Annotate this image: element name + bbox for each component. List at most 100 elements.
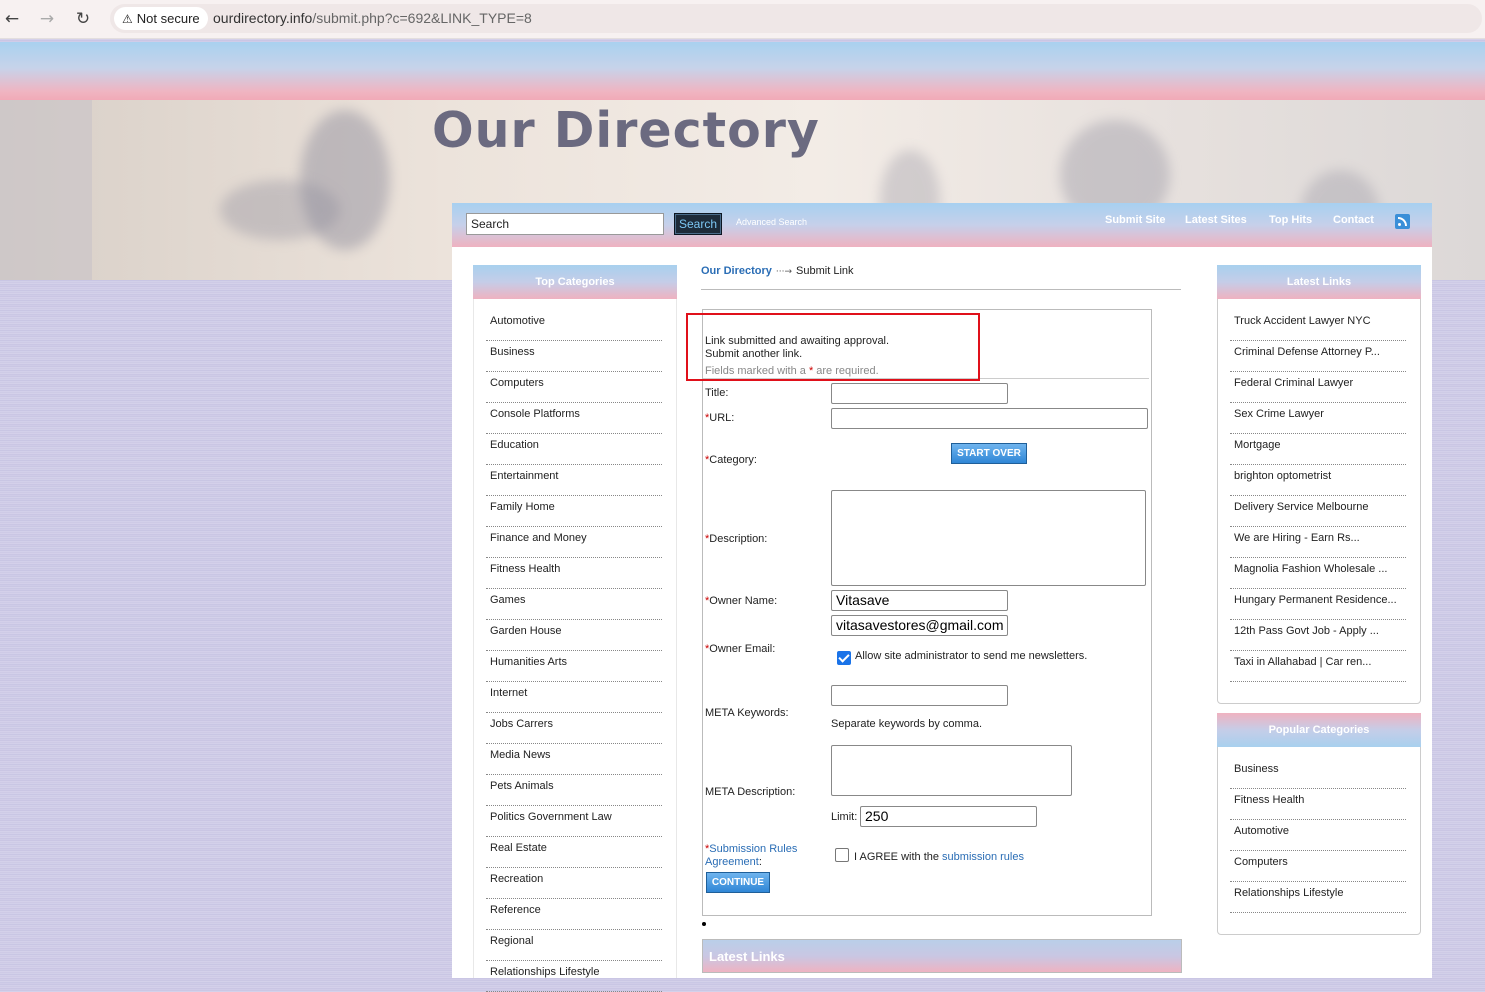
- top-category-item[interactable]: Console Platforms: [486, 403, 662, 434]
- limit-label: Limit:: [831, 811, 858, 823]
- latest-link-item[interactable]: Taxi in Allahabad | Car ren...: [1230, 651, 1406, 682]
- popular-category-item[interactable]: Relationships Lifestyle: [1230, 882, 1406, 913]
- top-category-item[interactable]: Entertainment: [486, 465, 662, 496]
- popular-category-item[interactable]: Automotive: [1230, 820, 1406, 851]
- owner-email-input[interactable]: vitasavestores@gmail.com: [831, 615, 1008, 636]
- top-category-item[interactable]: Politics Government Law: [486, 806, 662, 837]
- meta-description-label: META Description:: [705, 786, 796, 798]
- warning-triangle-icon: ⚠: [122, 12, 133, 26]
- top-category-item[interactable]: Garden House: [486, 620, 662, 651]
- banner-edge: [0, 100, 92, 280]
- owner-email-label: *Owner Email:: [705, 643, 775, 655]
- browser-toolbar: ← → ↻ ⚠ Not secure ourdirectory.info/subm…: [0, 0, 1485, 39]
- reload-icon[interactable]: ↻: [72, 8, 94, 30]
- title-input[interactable]: [831, 383, 1008, 404]
- advanced-search-link[interactable]: Advanced Search: [736, 217, 807, 227]
- rss-icon[interactable]: [1395, 214, 1410, 229]
- top-category-item[interactable]: Fitness Health: [486, 558, 662, 589]
- nav-contact[interactable]: Contact: [1333, 214, 1374, 226]
- url-text[interactable]: ourdirectory.info/submit.php?c=692&LINK_…: [213, 10, 532, 26]
- url-input[interactable]: [831, 408, 1148, 429]
- latest-link-item[interactable]: 12th Pass Govt Job - Apply ...: [1230, 620, 1406, 651]
- title-label: Title:: [705, 387, 729, 399]
- description-textarea[interactable]: [831, 490, 1146, 586]
- nav-latest-sites[interactable]: Latest Sites: [1185, 214, 1247, 226]
- latest-link-item[interactable]: Sex Crime Lawyer: [1230, 403, 1406, 434]
- security-label: Not secure: [136, 11, 200, 26]
- top-category-item[interactable]: Games: [486, 589, 662, 620]
- meta-keywords-input[interactable]: [831, 685, 1008, 706]
- owner-name-label-text: Owner Name:: [709, 595, 778, 607]
- submission-rules-link[interactable]: submission rules: [942, 851, 1024, 863]
- breadcrumb-home[interactable]: Our Directory: [701, 265, 772, 277]
- address-bar[interactable]: ⚠ Not secure ourdirectory.info/submit.php…: [110, 4, 1482, 33]
- search-input[interactable]: Search: [466, 213, 664, 235]
- agree-label: I AGREE with the submission rules: [854, 851, 1024, 863]
- top-category-item[interactable]: Recreation: [486, 868, 662, 899]
- highlight-annotation: [686, 313, 980, 381]
- url-domain: ourdirectory.info: [213, 10, 313, 26]
- description-label-text: Description:: [709, 533, 768, 545]
- popular-category-item[interactable]: Fitness Health: [1230, 789, 1406, 820]
- meta-keywords-label: META Keywords:: [705, 707, 789, 719]
- top-category-item[interactable]: Education: [486, 434, 662, 465]
- latest-link-item[interactable]: Hungary Permanent Residence...: [1230, 589, 1406, 620]
- top-category-item[interactable]: Humanities Arts: [486, 651, 662, 682]
- url-label: *URL:: [705, 412, 734, 424]
- meta-keywords-hint: Separate keywords by comma.: [831, 718, 983, 730]
- latest-link-item[interactable]: Mortgage: [1230, 434, 1406, 465]
- top-category-item[interactable]: Real Estate: [486, 837, 662, 868]
- rules-colon: :: [758, 856, 762, 868]
- search-button[interactable]: Search: [674, 213, 722, 235]
- site-logo[interactable]: Our Directory: [432, 102, 820, 159]
- owner-email-label-text: Owner Email:: [709, 643, 776, 655]
- latest-link-item[interactable]: brighton optometrist: [1230, 465, 1406, 496]
- top-category-item[interactable]: Media News: [486, 744, 662, 775]
- top-category-item[interactable]: Relationships Lifestyle: [486, 961, 662, 992]
- rules-link-line1[interactable]: Submission Rules: [709, 843, 797, 855]
- rules-label: *Submission Rules Agreement:: [705, 843, 797, 869]
- latest-link-item[interactable]: Criminal Defense Attorney P...: [1230, 341, 1406, 372]
- latest-link-item[interactable]: Delivery Service Melbourne: [1230, 496, 1406, 527]
- nav-submit-site[interactable]: Submit Site: [1105, 214, 1166, 226]
- top-category-item[interactable]: Pets Animals: [486, 775, 662, 806]
- popular-category-item[interactable]: Computers: [1230, 851, 1406, 882]
- forward-arrow-icon[interactable]: →: [36, 8, 58, 30]
- top-category-item[interactable]: Automotive: [486, 310, 662, 341]
- security-indicator[interactable]: ⚠ Not secure: [114, 7, 208, 30]
- latest-link-item[interactable]: Federal Criminal Lawyer: [1230, 372, 1406, 403]
- list-bullet: [702, 922, 706, 926]
- latest-link-item[interactable]: Truck Accident Lawyer NYC: [1230, 310, 1406, 341]
- rules-link-line2[interactable]: Agreement: [705, 856, 759, 868]
- owner-name-input[interactable]: Vitasave: [831, 590, 1008, 611]
- back-arrow-icon[interactable]: ←: [1, 8, 23, 30]
- top-category-item[interactable]: Regional: [486, 930, 662, 961]
- latest-link-item[interactable]: We are Hiring - Earn Rs...: [1230, 527, 1406, 558]
- top-category-item[interactable]: Jobs Carrers: [486, 713, 662, 744]
- owner-name-label: *Owner Name:: [705, 595, 777, 607]
- start-over-button[interactable]: START OVER: [951, 443, 1027, 464]
- latest-link-item[interactable]: Magnolia Fashion Wholesale ...: [1230, 558, 1406, 589]
- url-path: /submit.php?c=692&LINK_TYPE=8: [312, 10, 532, 26]
- breadcrumb: Our Directory ···→ Submit Link: [701, 265, 854, 277]
- continue-button[interactable]: CONTINUE: [706, 872, 770, 893]
- latest-links-title: Latest Links: [1217, 265, 1421, 299]
- popular-categories-title: Popular Categories: [1217, 713, 1421, 747]
- newsletter-checkbox[interactable]: [837, 651, 851, 665]
- popular-category-item[interactable]: Business: [1230, 758, 1406, 789]
- navbar: Search Search Advanced Search Submit Sit…: [452, 203, 1432, 247]
- meta-description-textarea[interactable]: [831, 745, 1072, 796]
- breadcrumb-separator-icon: ···→: [775, 267, 793, 277]
- top-category-item[interactable]: Business: [486, 341, 662, 372]
- agree-checkbox[interactable]: [835, 848, 849, 862]
- top-category-item[interactable]: Family Home: [486, 496, 662, 527]
- latest-links-bottom-title: Latest Links: [702, 939, 1182, 973]
- top-category-item[interactable]: Computers: [486, 372, 662, 403]
- top-category-item[interactable]: Reference: [486, 899, 662, 930]
- nav-top-hits[interactable]: Top Hits: [1269, 214, 1312, 226]
- top-category-item[interactable]: Internet: [486, 682, 662, 713]
- agree-prefix: I AGREE with the: [854, 851, 939, 863]
- category-label: *Category:: [705, 454, 757, 466]
- top-category-item[interactable]: Finance and Money: [486, 527, 662, 558]
- breadcrumb-divider: [701, 289, 1181, 290]
